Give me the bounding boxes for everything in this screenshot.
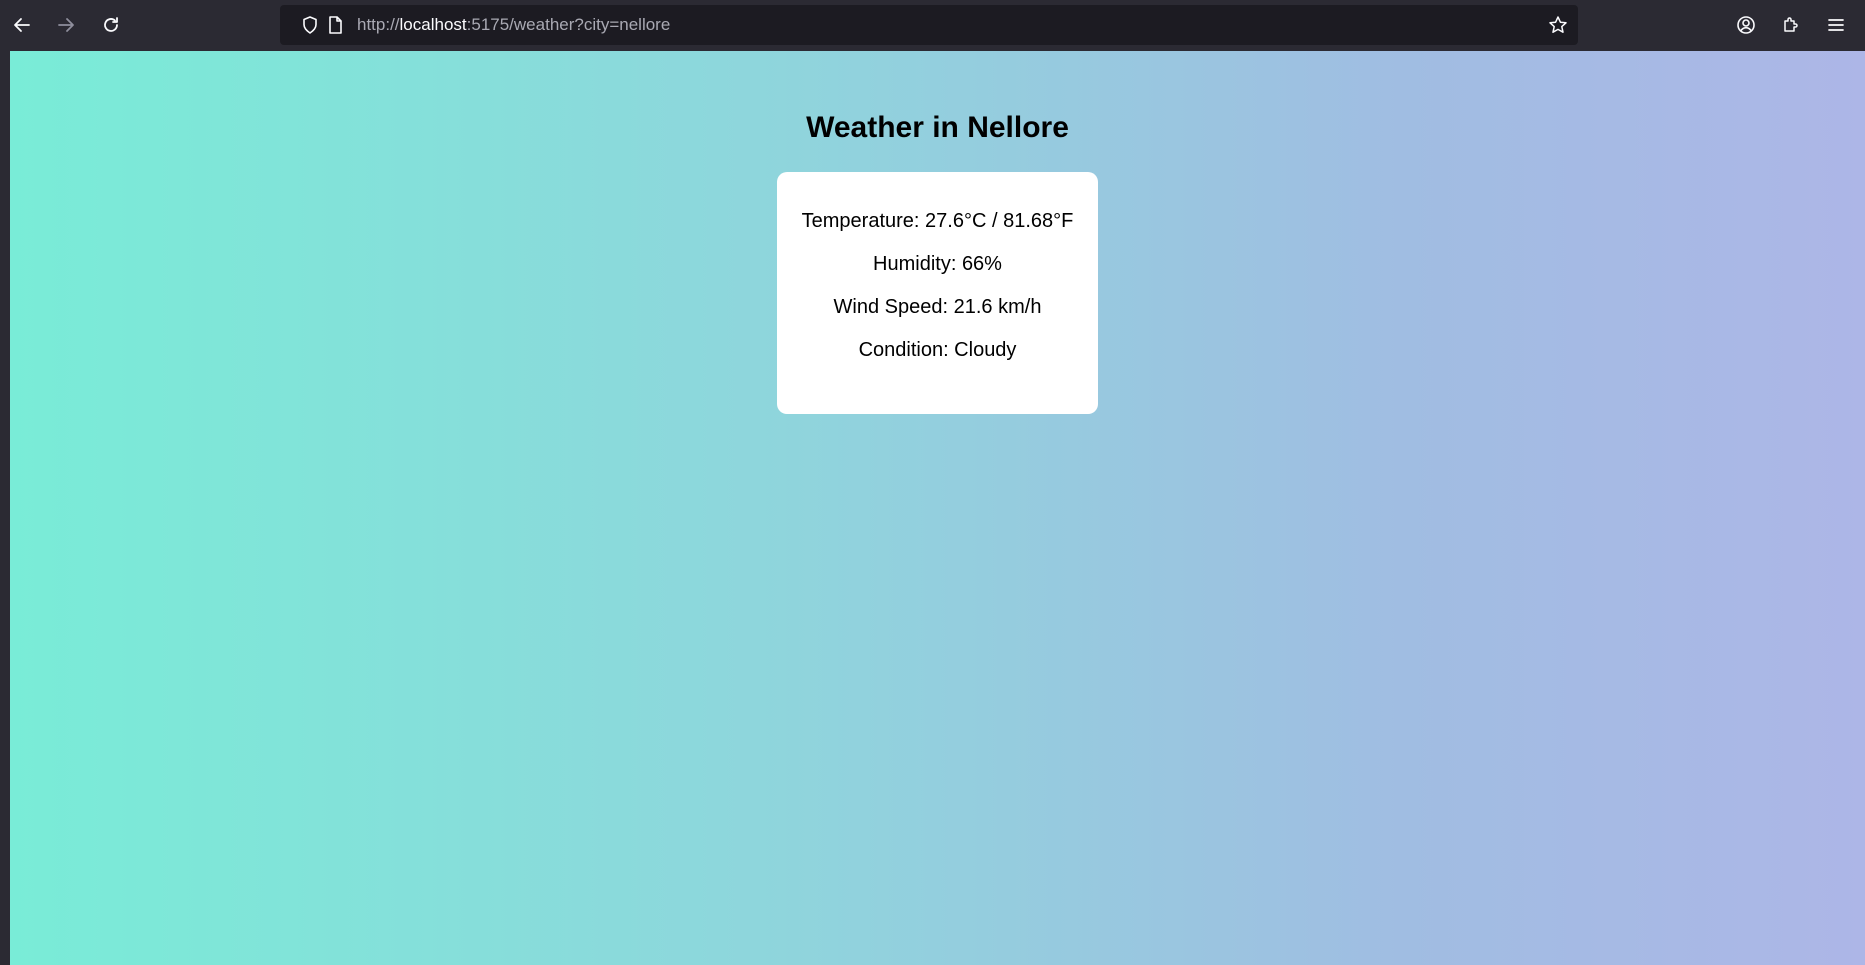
forward-button[interactable] bbox=[50, 9, 82, 41]
hamburger-menu-icon bbox=[1828, 19, 1844, 31]
wind-speed-text: Wind Speed: 21.6 km/h bbox=[833, 296, 1042, 318]
url-host: localhost bbox=[399, 15, 467, 34]
temperature-text: Temperature: 27.6°C / 81.68°F bbox=[801, 210, 1074, 232]
url-path: :5175/weather?city=nellore bbox=[466, 15, 671, 34]
back-arrow-icon bbox=[14, 18, 30, 32]
reload-icon bbox=[104, 17, 118, 32]
condition-text: Condition: Cloudy bbox=[858, 339, 1017, 361]
page-title: Weather in Nellore bbox=[806, 111, 1069, 144]
forward-arrow-icon bbox=[58, 18, 74, 32]
account-button[interactable] bbox=[1730, 9, 1762, 41]
shield-icon[interactable] bbox=[300, 15, 320, 35]
page-info-icon[interactable] bbox=[325, 15, 345, 35]
address-bar[interactable]: http://localhost:5175/weather?city=nello… bbox=[280, 5, 1578, 45]
account-icon bbox=[1737, 16, 1755, 34]
humidity-text: Humidity: 66% bbox=[873, 253, 1002, 275]
page-viewport: Weather in Nellore Temperature: 27.6°C /… bbox=[10, 51, 1865, 965]
url-scheme: http:// bbox=[357, 15, 400, 34]
url-text[interactable]: http://localhost:5175/weather?city=nello… bbox=[357, 5, 670, 45]
bookmark-star-icon[interactable] bbox=[1548, 15, 1568, 35]
back-button[interactable] bbox=[6, 9, 38, 41]
extensions-button[interactable] bbox=[1775, 9, 1807, 41]
browser-toolbar: http://localhost:5175/weather?city=nello… bbox=[0, 0, 1865, 51]
menu-button[interactable] bbox=[1820, 9, 1852, 41]
puzzle-icon bbox=[1784, 17, 1798, 32]
weather-card: Temperature: 27.6°C / 81.68°F Humidity: … bbox=[777, 172, 1098, 414]
reload-button[interactable] bbox=[95, 9, 127, 41]
window-edge bbox=[0, 51, 10, 965]
